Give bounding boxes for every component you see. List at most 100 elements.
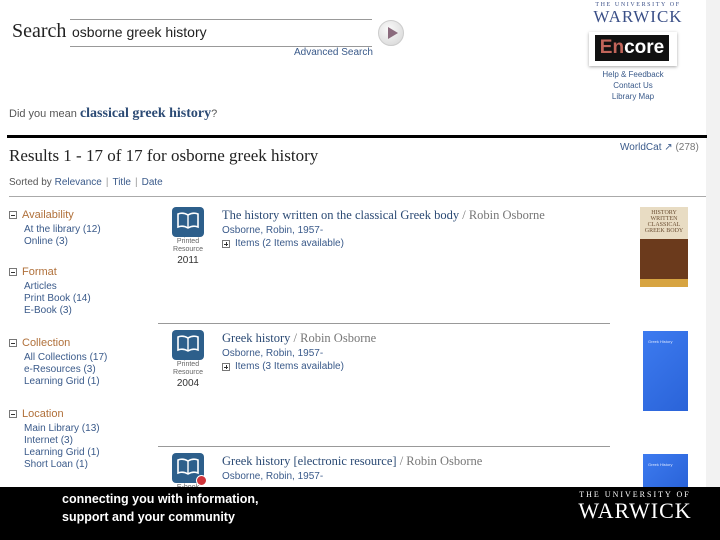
search-input[interactable] (70, 20, 374, 44)
footer-tagline-line2: support and your community (62, 510, 235, 524)
search-label: Search (12, 20, 67, 42)
facet-format: Format Articles Print Book (14) E-Book (… (9, 266, 91, 317)
facet-toggle-format[interactable]: Format (9, 266, 91, 278)
result-author-suffix: / Robin Osborne (293, 331, 377, 345)
contact-us-link[interactable]: Contact Us (590, 80, 676, 91)
collapse-icon (9, 268, 17, 276)
facet-item[interactable]: Online (3) (24, 236, 101, 248)
resource-type: Printed Resource (173, 361, 203, 376)
result-author-suffix: / Robin Osborne (399, 454, 483, 468)
sort-relevance[interactable]: Relevance (55, 177, 102, 188)
items-availability: Items (3 Items available) (235, 361, 344, 372)
items-toggle[interactable]: Items (2 Items available) (222, 238, 344, 249)
search-box[interactable] (70, 19, 374, 47)
facet-item[interactable]: Learning Grid (1) (24, 447, 100, 459)
encore-core: core (624, 37, 665, 58)
book-cover[interactable]: Greek History (643, 331, 688, 411)
printed-book-icon (172, 330, 204, 360)
result-title-link[interactable]: Greek history (222, 331, 290, 345)
resource-type: Printed Resource (173, 238, 203, 253)
facet-item[interactable]: Short Loan (1) (24, 459, 100, 471)
result-author-link[interactable]: Osborne, Robin, 1957- (222, 225, 323, 236)
facet-item[interactable]: At the library (12) (24, 224, 101, 236)
book-cover[interactable]: Greek History (643, 454, 688, 487)
did-you-mean: Did you mean classical greek history? (9, 106, 217, 122)
worldcat-count: (278) (675, 142, 699, 153)
worldcat-label: WorldCat (620, 142, 662, 153)
printed-book-icon (172, 207, 204, 237)
facet-item[interactable]: Print Book (14) (24, 293, 91, 305)
items-toggle[interactable]: Items (3 Items available) (222, 361, 344, 372)
facet-collection: Collection All Collections (17) e-Resour… (9, 337, 107, 388)
help-feedback-link[interactable]: Help & Feedback (590, 69, 676, 80)
worldcat-link[interactable]: WorldCat ↗ (278) (620, 142, 699, 153)
cover-title: HISTORY WRITTEN CLASSICAL GREEK BODY (644, 210, 684, 234)
footer-tagline-line1: connecting you with information, (62, 492, 259, 506)
facet-item[interactable]: e-Resources (3) (24, 364, 107, 376)
suggestion-suffix: ? (211, 108, 218, 120)
facet-availability: Availability At the library (12) Online … (9, 209, 101, 248)
footer-warwick-logo: THE UNIVERSITY OF WARWICK (575, 490, 695, 523)
facet-item[interactable]: E-Book (3) (24, 305, 91, 317)
header-divider (7, 135, 707, 138)
result-title-link[interactable]: The history written on the classical Gre… (222, 208, 459, 222)
did-you-mean-prefix: Did you mean (9, 108, 77, 120)
publication-year: 2004 (176, 378, 200, 389)
result-item: E-book Greek history [electronic resourc… (160, 453, 610, 487)
facet-item[interactable]: Learning Grid (1) (24, 376, 107, 388)
warwick-logo[interactable]: THE UNIVERSITY OF WARWICK (588, 2, 688, 25)
book-cover[interactable]: HISTORY WRITTEN CLASSICAL GREEK BODY (640, 207, 688, 287)
suggestion-link[interactable]: classical greek history (80, 106, 211, 121)
collapse-icon (9, 410, 17, 418)
items-availability: Items (2 Items available) (235, 238, 344, 249)
publication-year: 2011 (177, 255, 199, 266)
ebook-icon (172, 453, 207, 486)
sort-date[interactable]: Date (142, 177, 163, 188)
results-title: Results 1 - 17 of 17 for osborne greek h… (9, 146, 319, 165)
help-links: Help & Feedback Contact Us Library Map (590, 69, 676, 102)
facet-heading: Collection (22, 337, 71, 349)
result-title[interactable]: Greek history / Robin Osborne (222, 331, 376, 346)
result-author-link[interactable]: Osborne, Robin, 1957- (222, 348, 323, 359)
sort-options: Sorted by Relevance | Title | Date (9, 177, 163, 188)
facet-toggle-collection[interactable]: Collection (9, 337, 107, 349)
result-item: Printed Resource 2004 Greek history / Rob… (160, 330, 610, 400)
result-author-suffix: / Robin Osborne (462, 208, 545, 222)
result-title-link[interactable]: Greek history [electronic resource] (222, 454, 397, 468)
result-title[interactable]: Greek history [electronic resource] / Ro… (222, 454, 482, 469)
encore-logo[interactable]: Encore (589, 32, 677, 66)
facet-item[interactable]: All Collections (17) (24, 352, 107, 364)
result-author-link[interactable]: Osborne, Robin, 1957- (222, 471, 323, 482)
expand-icon (222, 239, 230, 248)
results-divider (9, 196, 706, 197)
facet-item[interactable]: Main Library (13) (24, 423, 100, 435)
footer-banner: connecting you with information, support… (0, 487, 720, 540)
footer-logo-name: WARWICK (578, 498, 692, 523)
facet-item[interactable]: Articles (24, 281, 91, 293)
facet-toggle-location[interactable]: Location (9, 408, 100, 420)
result-title[interactable]: The history written on the classical Gre… (222, 208, 545, 223)
facet-heading: Format (22, 266, 57, 278)
result-divider (158, 446, 610, 447)
sort-label: Sorted by (9, 177, 52, 188)
footer-tagline: connecting you with information, support… (62, 490, 259, 526)
collapse-icon (9, 339, 17, 347)
cover-title: Greek History (648, 462, 673, 467)
external-link-icon: ↗ (664, 142, 673, 153)
right-margin-strip (706, 0, 720, 487)
advanced-search-link[interactable]: Advanced Search (294, 47, 373, 58)
encore-en: En (599, 37, 625, 58)
search-go-button[interactable] (378, 20, 404, 46)
facet-heading: Location (22, 408, 64, 420)
result-item: Printed Resource 2011 The history written… (160, 207, 610, 277)
library-map-link[interactable]: Library Map (590, 91, 676, 102)
facet-location: Location Main Library (13) Internet (3) … (9, 408, 100, 471)
collapse-icon (9, 211, 17, 219)
facet-heading: Availability (22, 209, 74, 221)
cover-title: Greek History (648, 339, 673, 344)
facet-item[interactable]: Internet (3) (24, 435, 100, 447)
warwick-logo-name: WARWICK (593, 7, 683, 26)
expand-icon (222, 362, 230, 371)
facet-toggle-availability[interactable]: Availability (9, 209, 101, 221)
sort-title[interactable]: Title (112, 177, 131, 188)
